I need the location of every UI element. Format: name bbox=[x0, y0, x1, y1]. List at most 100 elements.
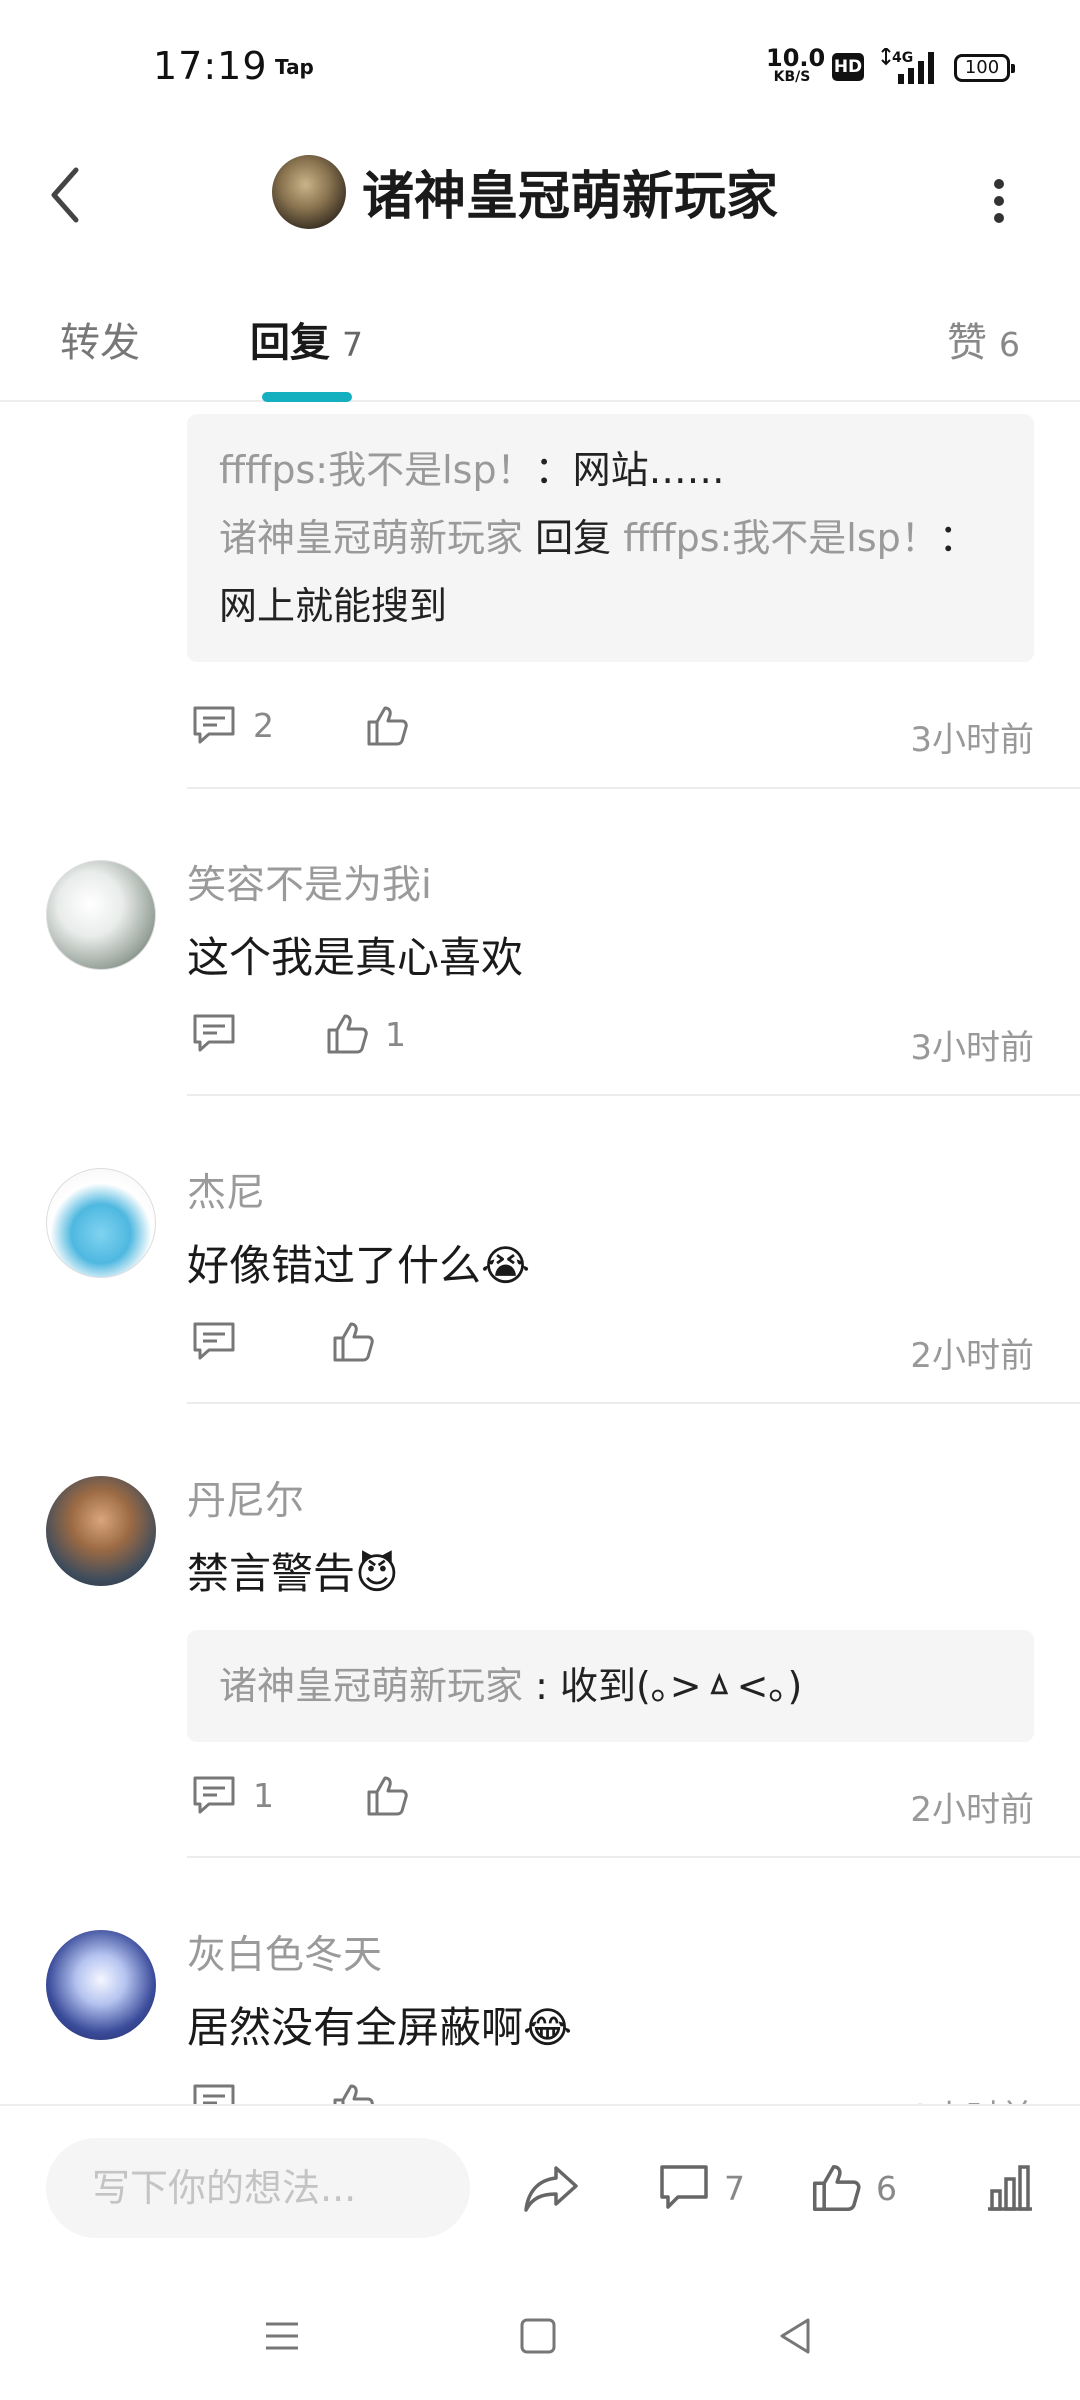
comment-count: 2 bbox=[253, 705, 274, 745]
comment-icon bbox=[193, 706, 235, 744]
divider bbox=[187, 1402, 1080, 1404]
comment-icon bbox=[660, 2165, 708, 2209]
battery-icon: 100 bbox=[954, 54, 1015, 82]
comment-text: 这个我是真心喜欢 bbox=[187, 933, 524, 982]
like-button[interactable] bbox=[365, 704, 425, 748]
back-nav-icon[interactable] bbox=[766, 2306, 826, 2366]
like-button[interactable]: 1 bbox=[325, 1012, 406, 1056]
status-time: 17:19 bbox=[153, 44, 268, 88]
reply-thread-box[interactable]: ffffps:我不是lsp！：网站…… 诸神皇冠萌新玩家 回复 ffffps:我… bbox=[187, 414, 1034, 662]
divider bbox=[187, 787, 1080, 789]
bar-chart-icon bbox=[988, 2165, 1032, 2211]
comment-actions: 1 3小时前 bbox=[187, 1012, 1034, 1072]
comment-time: 2小时前 bbox=[910, 1790, 1034, 1830]
comment-icon bbox=[193, 1322, 235, 1360]
user-avatar[interactable] bbox=[46, 860, 156, 970]
more-options-button[interactable] bbox=[984, 176, 1014, 226]
reply-actions: 2 3小时前 bbox=[187, 704, 1034, 764]
thread-reply-word: 回复 bbox=[535, 516, 612, 560]
bottom-action-bar: 7 6 bbox=[0, 2104, 1080, 2266]
thread-line-1: ffffps:我不是lsp！：网站…… bbox=[219, 436, 1002, 504]
comments-count: 7 bbox=[724, 2168, 745, 2208]
comment-actions: 2小时前 bbox=[187, 1320, 1034, 1380]
status-app-label: Tap bbox=[275, 55, 314, 79]
stats-button[interactable] bbox=[984, 2156, 1036, 2220]
thread-separator: : bbox=[523, 1664, 560, 1708]
comment-time: 2小时前 bbox=[910, 1336, 1034, 1376]
tab-like[interactable]: 赞6 bbox=[947, 310, 1020, 368]
post-replies-screen: 17:19 Tap 10.0 KB/S HD 4G 100 诸神皇冠萌新玩家 转… bbox=[0, 0, 1080, 2400]
comment-text: 禁言警告😈 bbox=[187, 1549, 399, 1598]
share-icon bbox=[524, 2166, 578, 2212]
tab-like-label: 赞 bbox=[947, 320, 987, 366]
comments-button[interactable]: 7 bbox=[658, 2156, 745, 2220]
comment-button[interactable]: 2 bbox=[191, 704, 274, 746]
thread-reply-target[interactable]: ffffps:我不是lsp！ bbox=[623, 516, 939, 560]
like-button[interactable] bbox=[331, 1320, 391, 1364]
back-button[interactable] bbox=[40, 160, 90, 230]
page-title: 诸神皇冠萌新玩家 bbox=[362, 167, 779, 227]
comment-text: 好像错过了什么😭 bbox=[187, 1241, 531, 1290]
comment-button[interactable] bbox=[191, 2082, 237, 2104]
tab-reply-label: 回复 bbox=[250, 320, 330, 366]
network-type-label: 4G bbox=[892, 50, 913, 66]
thumbs-up-icon bbox=[367, 706, 408, 746]
network-speed: 10.0 KB/S bbox=[766, 44, 826, 85]
tab-reply[interactable]: 回复 7 bbox=[250, 310, 363, 368]
reply-list[interactable]: ffffps:我不是lsp！：网站…… 诸神皇冠萌新玩家 回复 ffffps:我… bbox=[0, 404, 1080, 2104]
share-button[interactable] bbox=[522, 2156, 580, 2220]
username[interactable]: 笑容不是为我i bbox=[187, 854, 432, 910]
thread-line-1: 诸神皇冠萌新玩家 : 收到(｡>ㅿ<｡) bbox=[219, 1652, 1002, 1720]
post-author[interactable]: 诸神皇冠萌新玩家 bbox=[272, 154, 778, 229]
thread-separator: ： bbox=[938, 516, 977, 560]
comment-icon bbox=[193, 1776, 235, 1814]
thread-user[interactable]: 诸神皇冠萌新玩家 bbox=[219, 1664, 523, 1708]
comment-actions: 1 2小时前 bbox=[187, 1774, 1034, 1834]
comment-button[interactable]: 1 bbox=[191, 1774, 274, 1816]
comment-button[interactable] bbox=[191, 1320, 253, 1362]
comment-count: 1 bbox=[253, 1775, 274, 1815]
comment-time: 2小时前 bbox=[910, 2090, 1034, 2104]
thread-user[interactable]: ffffps:我不是lsp！ bbox=[219, 448, 535, 492]
user-avatar[interactable] bbox=[46, 1930, 156, 2040]
thread-line-2: 诸神皇冠萌新玩家 回复 ffffps:我不是lsp！： 网上就能搜到 bbox=[219, 504, 1002, 640]
thread-text: 收到(｡>ㅿ<｡) bbox=[559, 1664, 803, 1708]
comment-button[interactable] bbox=[191, 1012, 253, 1054]
hd-badge: HD bbox=[832, 53, 864, 81]
active-tab-indicator bbox=[262, 392, 352, 402]
signal-icon: 4G bbox=[881, 48, 934, 84]
username[interactable]: 灰白色冬天 bbox=[187, 1924, 382, 1980]
comment-input[interactable] bbox=[46, 2138, 470, 2238]
status-bar: 17:19 Tap 10.0 KB/S HD 4G 100 bbox=[0, 0, 1080, 130]
tab-like-count: 6 bbox=[999, 325, 1020, 364]
like-post-button[interactable]: 6 bbox=[810, 2156, 897, 2220]
thread-user[interactable]: 诸神皇冠萌新玩家 bbox=[219, 516, 523, 560]
menu-icon[interactable] bbox=[252, 2306, 312, 2366]
network-speed-value: 10.0 bbox=[766, 44, 826, 72]
user-avatar[interactable] bbox=[46, 1476, 156, 1586]
comment-icon bbox=[193, 2084, 235, 2104]
thumbs-up-icon bbox=[367, 1776, 408, 1816]
comment-actions: 2小时前 bbox=[187, 2082, 1034, 2104]
top-app-bar: 诸神皇冠萌新玩家 bbox=[0, 130, 1080, 260]
reply-time: 3小时前 bbox=[910, 720, 1034, 760]
like-button[interactable] bbox=[365, 1774, 425, 1818]
tab-forward-label: 转发 bbox=[60, 320, 140, 366]
like-button[interactable] bbox=[331, 2082, 375, 2104]
network-speed-unit: KB/S bbox=[773, 69, 811, 85]
tab-forward[interactable]: 转发 bbox=[60, 310, 140, 368]
thread-text: 网站…… bbox=[572, 448, 725, 492]
user-avatar[interactable] bbox=[46, 1168, 156, 1278]
author-avatar[interactable] bbox=[272, 154, 346, 229]
thread-text: 网上就能搜到 bbox=[219, 584, 448, 628]
comment-icon bbox=[193, 1014, 235, 1052]
divider bbox=[187, 1094, 1080, 1096]
username[interactable]: 杰尼 bbox=[187, 1162, 265, 1218]
comment-time: 3小时前 bbox=[910, 1028, 1034, 1068]
thumbs-up-icon bbox=[333, 1322, 374, 1362]
tab-bar: 转发 回复 7 赞6 bbox=[0, 290, 1080, 402]
username[interactable]: 丹尼尔 bbox=[187, 1470, 304, 1526]
divider bbox=[187, 1856, 1080, 1858]
reply-thread-box[interactable]: 诸神皇冠萌新玩家 : 收到(｡>ㅿ<｡) bbox=[187, 1630, 1034, 1742]
home-icon[interactable] bbox=[508, 2306, 568, 2366]
